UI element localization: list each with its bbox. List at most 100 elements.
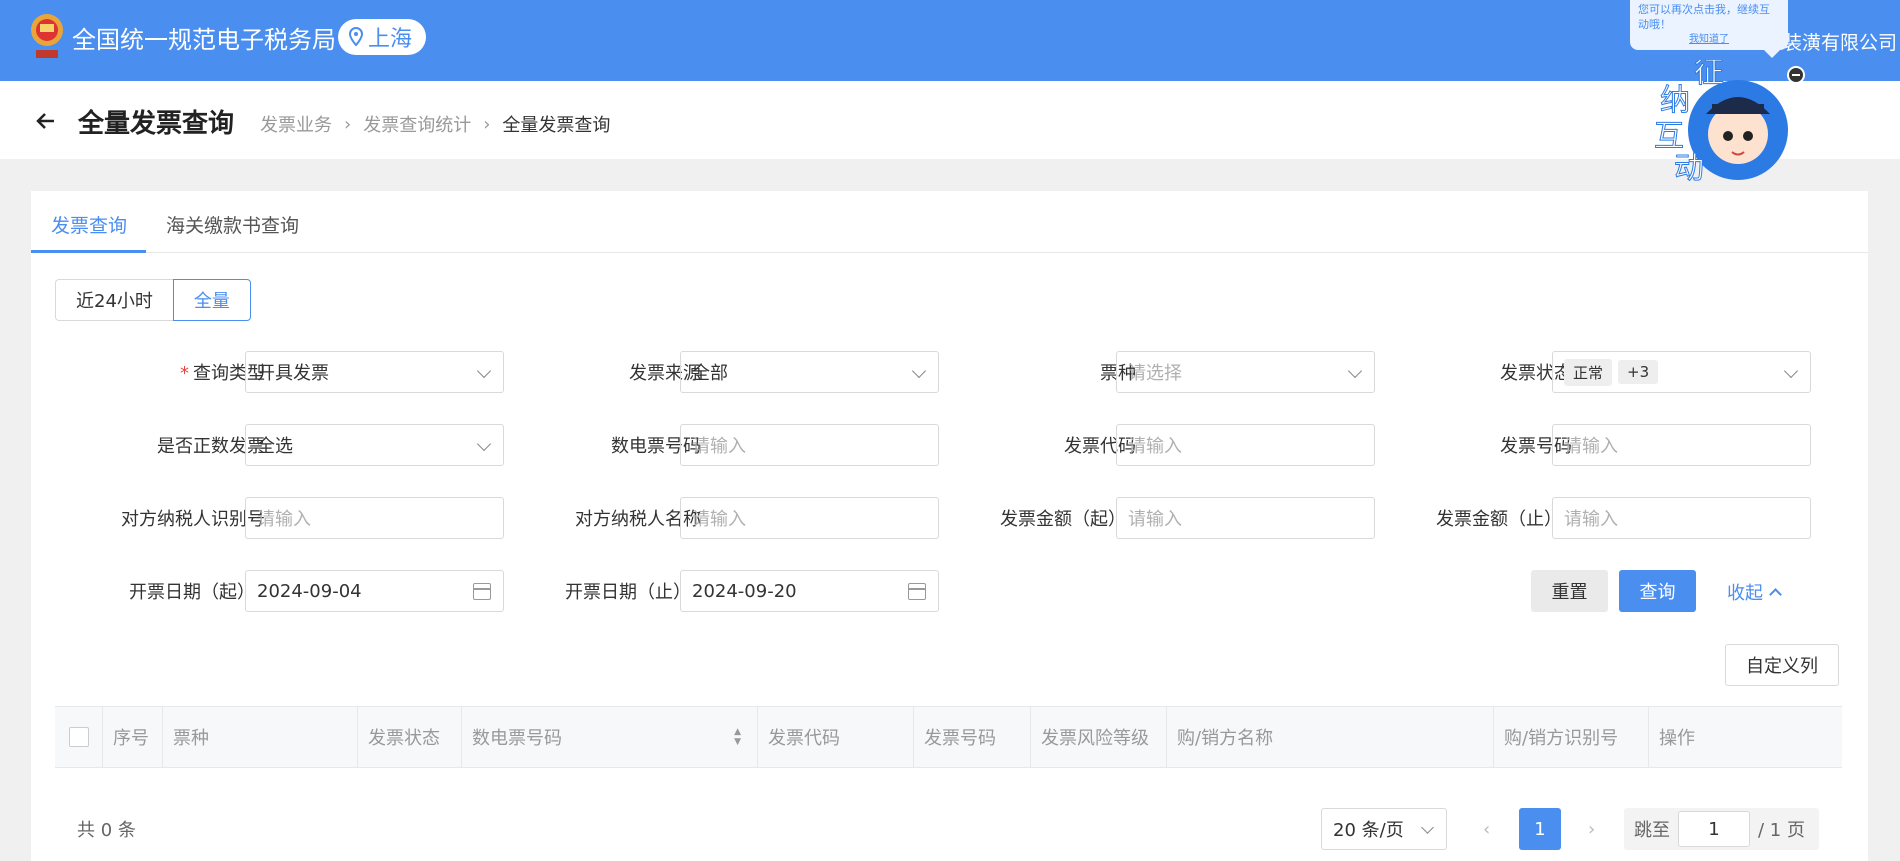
chevron-up-icon (1769, 588, 1782, 601)
amount-to-label: 发票金额（止） (1436, 509, 1562, 530)
total-count: 共 0 条 (77, 820, 136, 841)
invoice-source-value: 全部 (692, 363, 728, 384)
invoice-status-label: 发票状态 (1500, 363, 1572, 384)
page-number-current[interactable]: 1 (1519, 808, 1561, 850)
range-24h-button[interactable]: 近24小时 (55, 279, 173, 321)
column-header-actions: 操作 (1659, 728, 1695, 749)
chevron-down-icon (1347, 363, 1363, 379)
assistant-tooltip: 您可以再次点击我，继续互动哦！ 我知道了 (1630, 0, 1788, 58)
amount-from-input[interactable]: 请输入 (1116, 497, 1375, 539)
positive-invoice-label: 是否正数发票 (157, 436, 265, 457)
select-all-cell (55, 707, 103, 767)
app-title: 全国统一规范电子税务局 (72, 26, 336, 54)
query-type-select[interactable]: 开具发票 (245, 351, 504, 393)
chevron-down-icon (476, 436, 492, 452)
invoice-status-select[interactable]: 正常 +3 (1552, 351, 1811, 393)
assistant-mascot-icon[interactable]: 征 纳 互 动 (1650, 60, 1790, 190)
counter-tax-id-input[interactable]: 请输入 (245, 497, 504, 539)
main-card: 发票查询 海关缴款书查询 近24小时 全量 * 查询类型 开具发票 发票来源 全部… (31, 191, 1868, 861)
assistant-tooltip-text: 您可以再次点击我，继续互动哦！ (1638, 3, 1770, 31)
svg-text:征: 征 (1694, 60, 1724, 90)
tab-invoice-query[interactable]: 发票查询 (51, 211, 127, 238)
digital-invoice-no-input[interactable]: 请输入 (680, 424, 939, 466)
page-jumper: 跳至 1 / 1 页 (1624, 808, 1819, 850)
invoice-no-label: 发票号码 (1500, 436, 1572, 457)
mascot-close-icon[interactable] (1787, 66, 1805, 84)
jump-page-input[interactable]: 1 (1678, 811, 1750, 847)
invoice-no-input[interactable]: 请输入 (1552, 424, 1811, 466)
column-header-invoice-no: 发票号码 (914, 707, 1031, 767)
prev-page-icon[interactable]: ‹ (1483, 819, 1490, 840)
range-all-button[interactable]: 全量 (172, 279, 251, 321)
required-mark: * (180, 363, 189, 384)
page-size-select[interactable]: 20 条/页 (1321, 808, 1447, 850)
date-from-value: 2024-09-04 (257, 580, 362, 602)
svg-text:纳: 纳 (1660, 83, 1690, 118)
chevron-down-icon (911, 363, 927, 379)
tab-bar: 发票查询 海关缴款书查询 (31, 191, 1868, 253)
collapse-toggle[interactable]: 收起 (1727, 579, 1782, 605)
date-from-label: 开票日期（起） (129, 582, 255, 603)
column-header-party-id: 购/销方识别号 (1494, 707, 1649, 767)
sort-icon[interactable]: ▲ ▼ (734, 727, 741, 747)
amount-to-input[interactable]: 请输入 (1552, 497, 1811, 539)
location-pin-icon (348, 27, 364, 47)
breadcrumb-item-invoice-business[interactable]: 发票业务 (260, 111, 332, 137)
select-all-checkbox[interactable] (69, 727, 89, 747)
column-header-risk-level: 发票风险等级 (1031, 707, 1167, 767)
reset-button[interactable]: 重置 (1531, 570, 1608, 612)
chevron-right-icon: › (344, 113, 352, 135)
positive-invoice-select[interactable]: 全选 (245, 424, 504, 466)
chevron-right-icon: › (483, 113, 491, 135)
chevron-down-icon (476, 363, 492, 379)
invoice-code-input[interactable]: 请输入 (1116, 424, 1375, 466)
chevron-down-icon (1783, 363, 1799, 379)
column-header-digital-no[interactable]: 数电票号码 ▲ ▼ (462, 707, 758, 767)
counter-name-label: 对方纳税人名称 (575, 509, 701, 530)
calendar-icon (908, 583, 926, 600)
invoice-code-label: 发票代码 (1064, 436, 1136, 457)
date-to-label: 开票日期（止） (565, 582, 691, 603)
back-arrow-icon[interactable] (34, 109, 58, 133)
breadcrumb-item-current: 全量发票查询 (502, 115, 611, 136)
custom-columns-button[interactable]: 自定义列 (1725, 644, 1839, 686)
page-title: 全量发票查询 (78, 109, 235, 139)
chevron-down-icon (1421, 821, 1434, 834)
positive-invoice-value: 全选 (257, 436, 293, 457)
ticket-kind-placeholder: 请选择 (1128, 363, 1182, 384)
breadcrumb: 发票业务 › 发票查询统计 › 全量发票查询 (260, 111, 610, 137)
tab-active-indicator (31, 250, 146, 253)
digital-invoice-no-label: 数电票号码 (611, 436, 701, 457)
tab-customs-payment-query[interactable]: 海关缴款书查询 (166, 211, 299, 238)
invoice-table-header: 序号 票种 发票状态 数电票号码 ▲ ▼ 发票代码 发票号码 发票风险等级 购/销方… (55, 706, 1842, 768)
assistant-tooltip-dismiss[interactable]: 我知道了 (1638, 32, 1780, 47)
amount-from-label: 发票金额（起） (1000, 509, 1126, 530)
breadcrumb-item-invoice-stats[interactable]: 发票查询统计 (363, 111, 471, 137)
column-header-ticket-kind: 票种 (163, 707, 358, 767)
collapse-label: 收起 (1727, 583, 1763, 604)
counter-name-input[interactable]: 请输入 (680, 497, 939, 539)
query-type-value: 开具发票 (257, 363, 329, 384)
ticket-kind-select[interactable]: 请选择 (1116, 351, 1375, 393)
top-header: 全国统一规范电子税务局 上海 装潢有限公司 (0, 0, 1900, 81)
date-from-picker[interactable]: 2024-09-04 (245, 570, 504, 612)
next-page-icon[interactable]: › (1588, 819, 1595, 840)
jump-label: 跳至 (1634, 820, 1670, 841)
company-name[interactable]: 装潢有限公司 (1783, 28, 1897, 55)
query-type-label: * 查询类型 (180, 363, 265, 384)
page-header: 全量发票查询 发票业务 › 发票查询统计 › 全量发票查询 (0, 81, 1900, 159)
column-header-party-name: 购/销方名称 (1167, 707, 1494, 767)
status-tag[interactable]: 正常 (1564, 358, 1613, 386)
counter-tax-id-label: 对方纳税人识别号 (121, 509, 265, 530)
total-pages: / 1 页 (1758, 820, 1805, 841)
region-label: 上海 (368, 27, 413, 52)
invoice-source-select[interactable]: 全部 (680, 351, 939, 393)
page-size-value: 20 条/页 (1333, 820, 1404, 841)
region-selector[interactable]: 上海 (338, 19, 427, 55)
ticket-kind-label: 票种 (1100, 363, 1136, 384)
query-button[interactable]: 查询 (1619, 570, 1696, 612)
date-to-value: 2024-09-20 (692, 580, 797, 602)
date-to-picker[interactable]: 2024-09-20 (680, 570, 939, 612)
column-header-invoice-code: 发票代码 (758, 707, 914, 767)
tax-emblem-logo (31, 14, 63, 58)
